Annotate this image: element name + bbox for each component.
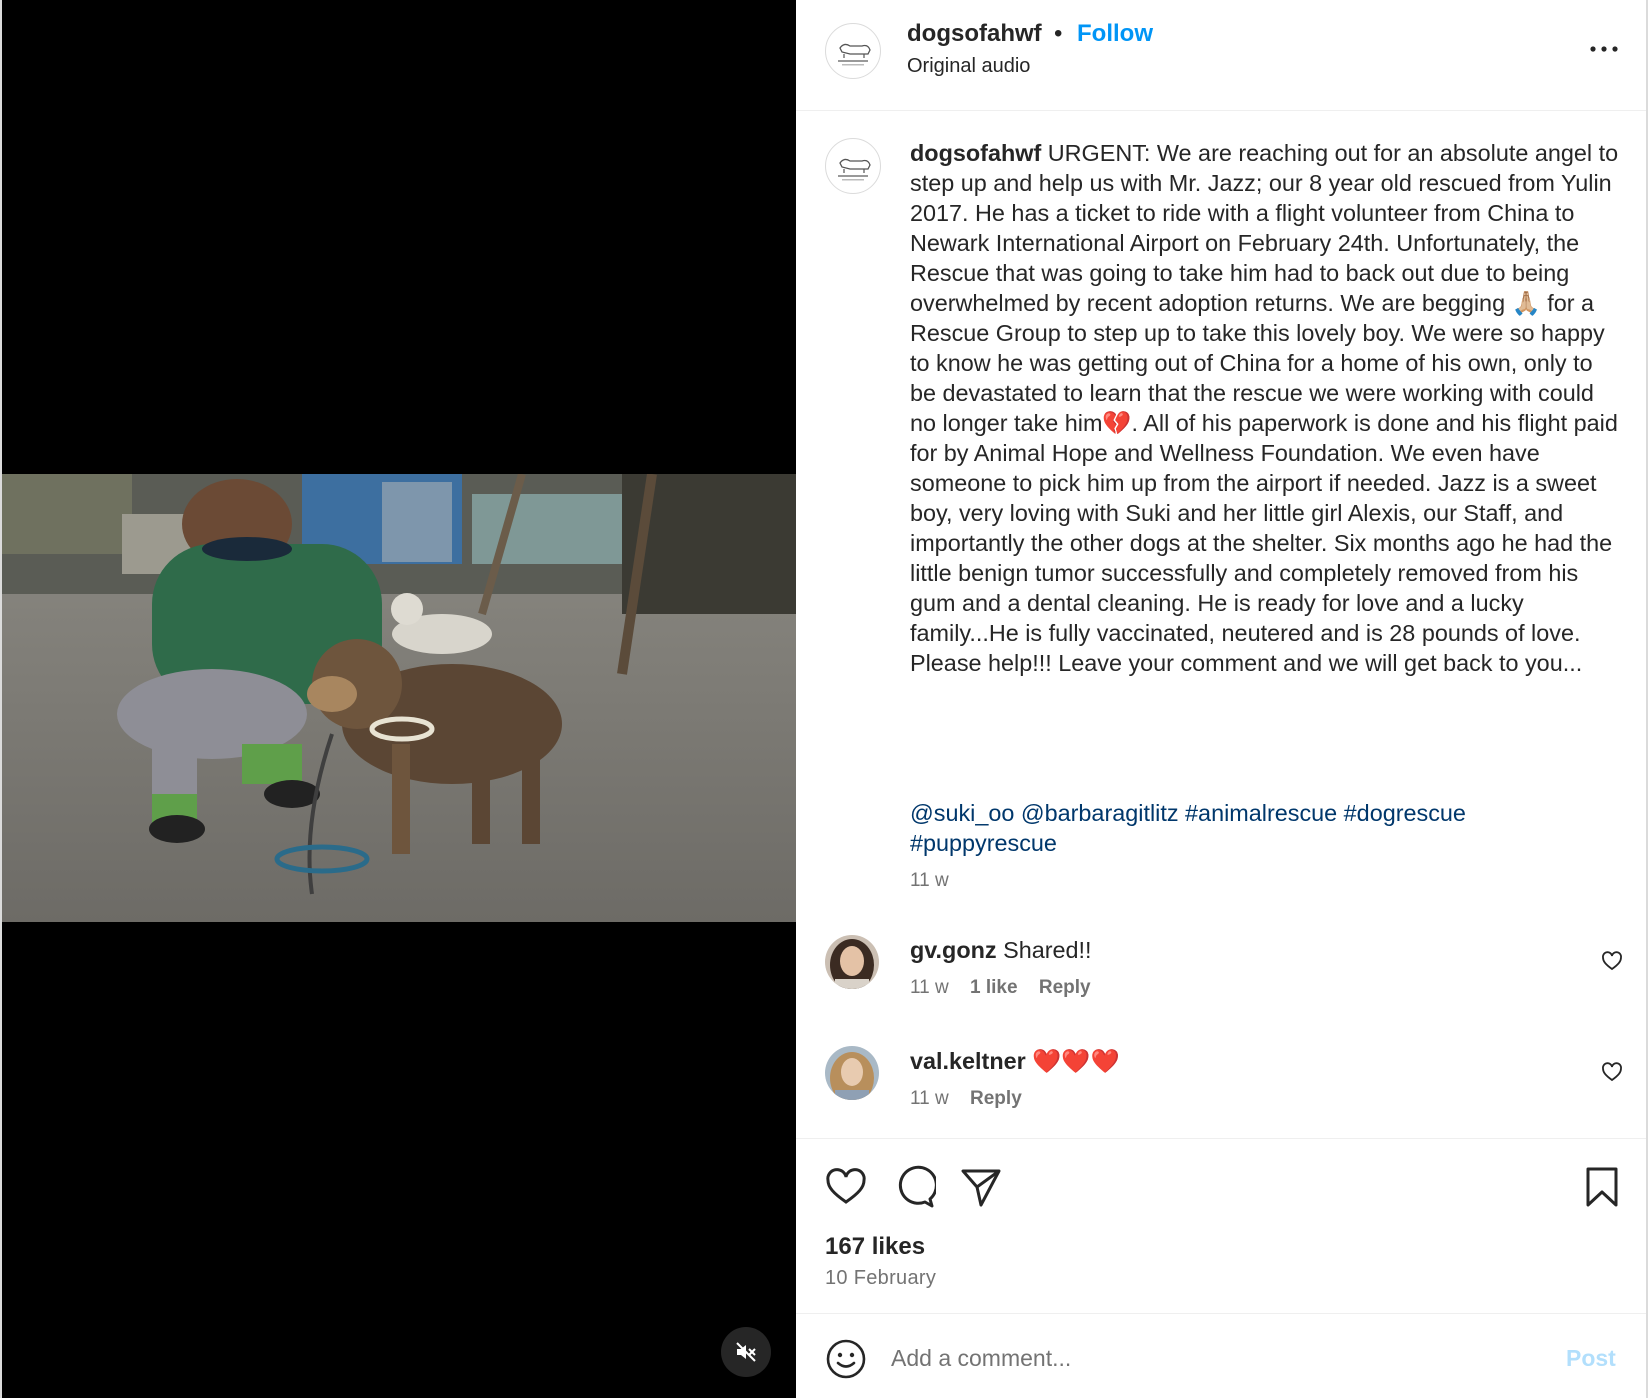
comment-meta: 11 w 1 like Reply <box>910 977 1107 999</box>
caption-username[interactable]: dogsofahwf <box>910 140 1041 166</box>
video-still <box>2 474 796 922</box>
comment-item: val.keltner ❤️❤️❤️ 11 w Reply <box>796 1046 1646 1146</box>
dog-logo-icon <box>838 43 871 66</box>
post-date[interactable]: 10 February <box>825 1267 936 1290</box>
share-button[interactable] <box>959 1165 1003 1209</box>
muted-speaker-icon <box>736 1342 756 1362</box>
caption-timestamp[interactable]: 11 w <box>910 870 949 892</box>
hashtag-link[interactable]: #animalrescue <box>1185 800 1337 826</box>
post-comment-button[interactable]: Post <box>1566 1345 1616 1372</box>
paper-plane-icon <box>961 1169 1001 1207</box>
comment-body: ❤️❤️❤️ <box>1032 1048 1120 1074</box>
bookmark-icon <box>1586 1167 1618 1207</box>
avatar-photo <box>825 935 879 989</box>
like-button[interactable] <box>824 1165 868 1209</box>
comment-timestamp[interactable]: 11 w <box>910 977 949 998</box>
separator-dot: • <box>1054 20 1063 47</box>
more-horizontal-icon <box>1590 46 1618 52</box>
save-button[interactable] <box>1580 1165 1624 1209</box>
post-header: dogsofahwf • Follow Original audio <box>796 0 1646 111</box>
smiley-icon <box>826 1339 866 1379</box>
dog-logo-icon <box>838 158 871 181</box>
comment-like-button[interactable] <box>1600 949 1624 973</box>
comment-text: gv.gonz Shared!! <box>910 935 1092 965</box>
heart-icon <box>1602 1062 1622 1082</box>
comment-like-button[interactable] <box>1600 1060 1624 1084</box>
comment-input[interactable] <box>889 1334 1513 1382</box>
post-author-username[interactable]: dogsofahwf <box>907 20 1042 48</box>
follow-button[interactable]: Follow <box>1077 20 1153 48</box>
more-options-button[interactable] <box>1584 34 1624 64</box>
caption-tags: @suki_oo @barbaragitlitz #animalrescue #… <box>910 798 1570 858</box>
comment-meta: 11 w Reply <box>910 1088 1038 1110</box>
comment-composer: Post <box>796 1313 1646 1399</box>
post-panel: dogsofahwf • Follow Original audio dogso… <box>796 0 1648 1398</box>
left-border <box>0 0 2 1398</box>
commenter-username[interactable]: gv.gonz <box>910 937 997 963</box>
comment-text: val.keltner ❤️❤️❤️ <box>910 1046 1120 1076</box>
emoji-button[interactable] <box>825 1338 867 1380</box>
reply-button[interactable]: Reply <box>970 1088 1022 1109</box>
heart-icon <box>826 1168 866 1204</box>
comment-body: Shared!! <box>1003 937 1092 963</box>
caption-text: dogsofahwf URGENT: We are reaching out f… <box>910 138 1620 678</box>
mute-button[interactable] <box>721 1327 771 1377</box>
commenter-avatar[interactable] <box>825 935 879 989</box>
avatar-photo <box>825 1046 879 1100</box>
comment-bubble-icon <box>898 1165 938 1208</box>
mention-link[interactable]: @suki_oo <box>910 800 1014 826</box>
hashtag-link[interactable]: #puppyrescue <box>910 830 1057 856</box>
commenter-username[interactable]: val.keltner <box>910 1048 1026 1074</box>
video-player[interactable] <box>0 0 796 1398</box>
action-bar: 167 likes 10 February <box>796 1138 1646 1315</box>
audio-label[interactable]: Original audio <box>907 55 1030 78</box>
video-frame[interactable] <box>2 474 796 922</box>
avatar[interactable] <box>825 23 881 79</box>
caption-avatar[interactable] <box>825 138 881 194</box>
mention-link[interactable]: @barbaragitlitz <box>1021 800 1179 826</box>
comment-timestamp[interactable]: 11 w <box>910 1088 949 1109</box>
comment-likes[interactable]: 1 like <box>970 977 1018 998</box>
likes-count[interactable]: 167 likes <box>825 1233 925 1261</box>
heart-icon <box>1602 951 1622 971</box>
caption-body: URGENT: We are reaching out for an absol… <box>910 140 1625 676</box>
commenter-avatar[interactable] <box>825 1046 879 1100</box>
comment-item: gv.gonz Shared!! 11 w 1 like Reply <box>796 935 1646 1035</box>
comment-button[interactable] <box>892 1165 938 1209</box>
reply-button[interactable]: Reply <box>1039 977 1091 998</box>
hashtag-link[interactable]: #dogrescue <box>1344 800 1466 826</box>
